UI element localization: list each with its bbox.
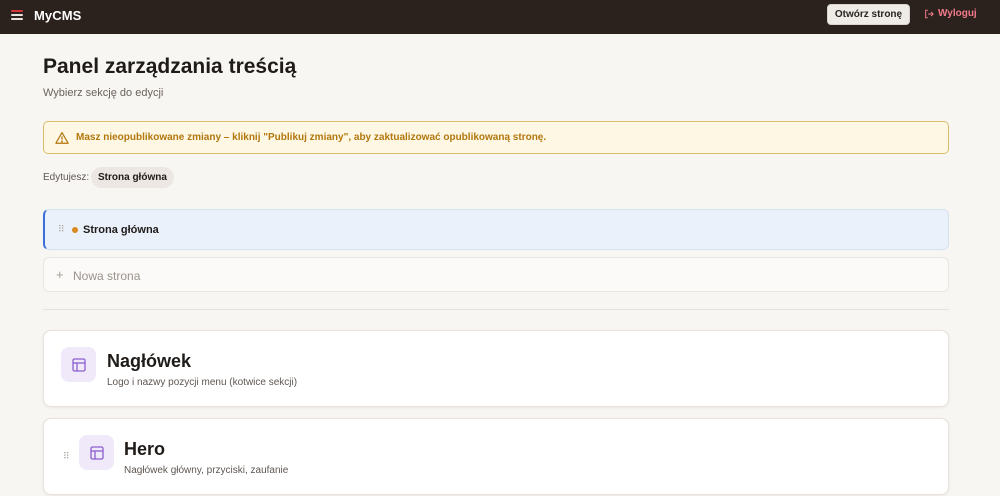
warning-text: Masz nieopublikowane zmiany – kliknij "P… <box>76 132 547 143</box>
open-site-button[interactable]: Otwórz stronę <box>827 4 910 25</box>
unpublished-status-dot <box>72 227 78 233</box>
logout-link[interactable]: Wyloguj <box>924 8 977 19</box>
divider <box>43 309 949 310</box>
section-card-hero[interactable]: ⠿ Hero Nagłówek główny, przyciski, zaufa… <box>43 418 949 495</box>
layout-icon <box>89 445 104 460</box>
page-title: Panel zarządzania treścią <box>43 55 297 78</box>
editing-label: Edytujesz: <box>43 172 90 183</box>
page-subtitle: Wybierz sekcję do edycji <box>43 87 164 99</box>
section-description: Logo i nazwy pozycji menu (kotwice sekcj… <box>107 377 298 388</box>
top-navbar: MyCMS Otwórz stronę Wyloguj <box>0 0 1000 34</box>
section-description: Nagłówek główny, przyciski, zaufanie <box>124 465 289 476</box>
unpublished-changes-warning: Masz nieopublikowane zmiany – kliknij "P… <box>43 121 949 154</box>
page-name: Strona główna <box>83 224 159 236</box>
section-icon-box <box>79 435 114 470</box>
plus-icon: + <box>56 267 64 282</box>
new-page-button[interactable]: + Nowa strona <box>43 257 949 292</box>
section-icon-box <box>61 347 96 382</box>
page-list-item[interactable]: ⠿ Strona główna <box>43 209 949 250</box>
warning-triangle-icon <box>55 131 69 144</box>
logout-icon <box>925 9 934 18</box>
hamburger-menu-icon[interactable] <box>11 10 23 22</box>
section-title: Hero <box>124 439 166 459</box>
new-page-label: Nowa strona <box>73 269 141 283</box>
brand-logo[interactable]: MyCMS <box>34 8 81 23</box>
section-title: Nagłówek <box>107 351 192 371</box>
section-card-header[interactable]: Nagłówek Logo i nazwy pozycji menu (kotw… <box>43 330 949 407</box>
logout-label: Wyloguj <box>938 8 977 19</box>
current-page-chip: Strona główna <box>91 167 174 188</box>
layout-icon <box>71 357 86 372</box>
drag-handle-icon[interactable]: ⠿ <box>58 225 65 234</box>
drag-handle-icon[interactable]: ⠿ <box>63 452 70 461</box>
